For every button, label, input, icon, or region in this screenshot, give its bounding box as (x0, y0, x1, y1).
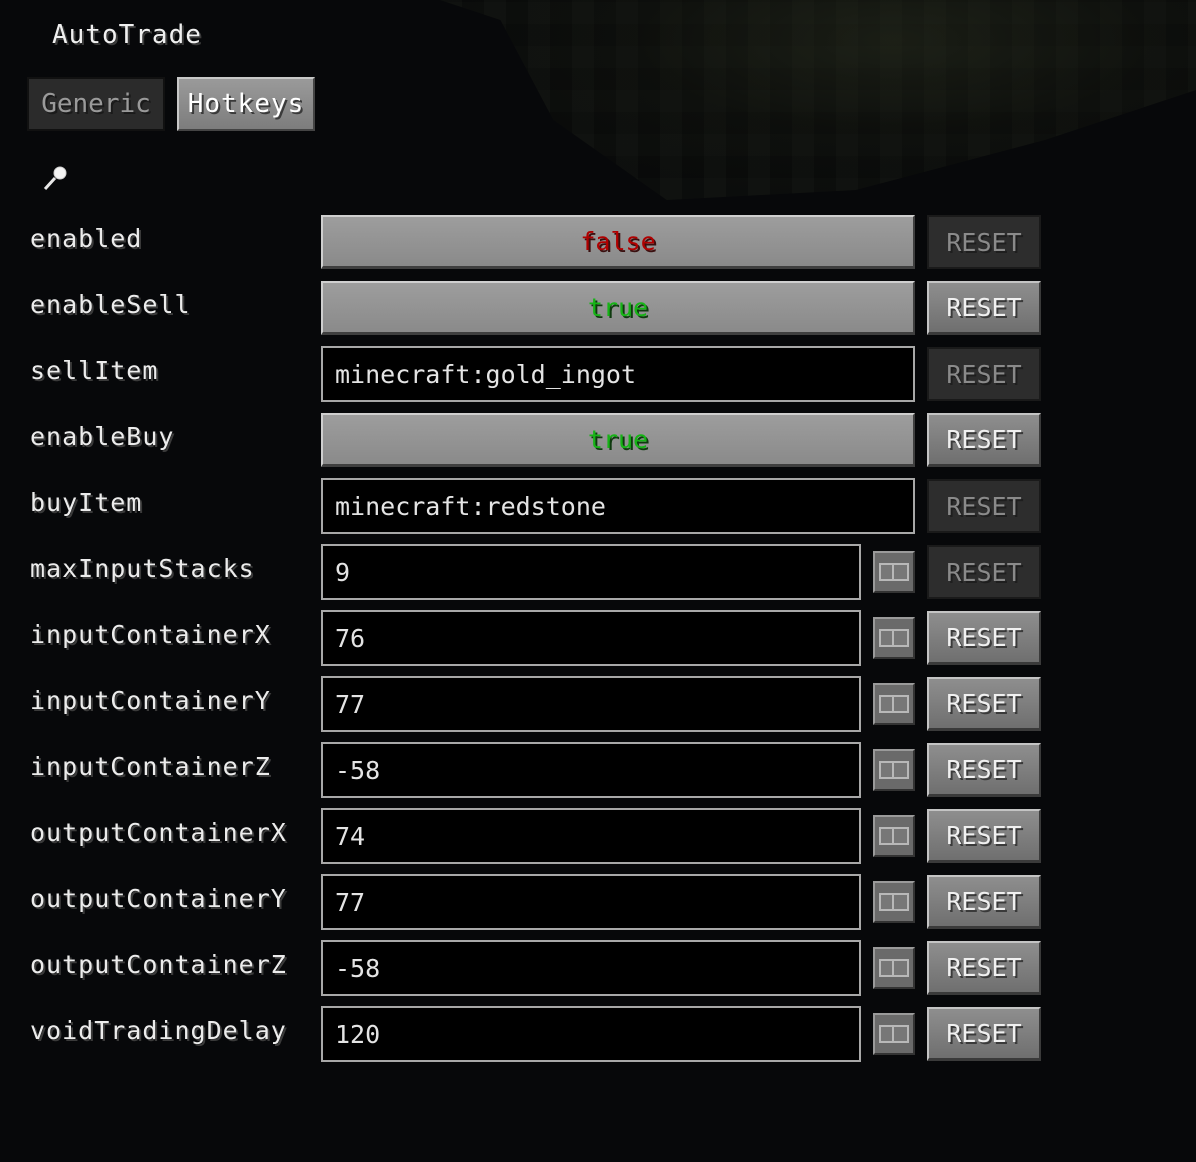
search-icon[interactable] (40, 162, 72, 194)
slider-toggle-icon[interactable] (873, 815, 915, 857)
setting-row-inputContainerX: inputContainerX 76 RESET (0, 610, 1100, 666)
reset-button-sellItem[interactable]: RESET (927, 347, 1041, 401)
setting-label-enabled: enabled (30, 224, 143, 253)
tab-generic[interactable]: Generic (27, 77, 165, 131)
toggle-enableBuy[interactable]: true (321, 413, 915, 467)
input-maxInputStacks[interactable]: 9 (321, 544, 861, 600)
setting-label-enableSell: enableSell (30, 290, 191, 319)
reset-button-buyItem[interactable]: RESET (927, 479, 1041, 533)
input-outputContainerX[interactable]: 74 (321, 808, 861, 864)
background-terrain (440, 0, 1196, 200)
setting-label-outputContainerX: outputContainerX (30, 818, 287, 847)
setting-row-maxInputStacks: maxInputStacks 9 RESET (0, 544, 1100, 600)
setting-row-outputContainerY: outputContainerY 77 RESET (0, 874, 1100, 930)
setting-row-outputContainerX: outputContainerX 74 RESET (0, 808, 1100, 864)
setting-row-sellItem: sellItem minecraft:gold_ingot RESET (0, 346, 1100, 402)
setting-row-enabled: enabled false RESET (0, 214, 1100, 270)
slider-icon-graphic (879, 761, 909, 779)
slider-toggle-icon[interactable] (873, 551, 915, 593)
slider-toggle-icon[interactable] (873, 947, 915, 989)
setting-row-buyItem: buyItem minecraft:redstone RESET (0, 478, 1100, 534)
setting-row-enableBuy: enableBuy true RESET (0, 412, 1100, 468)
setting-row-enableSell: enableSell true RESET (0, 280, 1100, 336)
reset-button-outputContainerZ[interactable]: RESET (927, 941, 1041, 995)
toggle-enableSell[interactable]: true (321, 281, 915, 335)
input-voidTradingDelay[interactable]: 120 (321, 1006, 861, 1062)
setting-row-inputContainerY: inputContainerY 77 RESET (0, 676, 1100, 732)
input-outputContainerY[interactable]: 77 (321, 874, 861, 930)
setting-label-enableBuy: enableBuy (30, 422, 175, 451)
reset-button-enableBuy[interactable]: RESET (927, 413, 1041, 467)
window-title: AutoTrade (52, 20, 202, 50)
setting-label-sellItem: sellItem (30, 356, 159, 385)
reset-button-inputContainerY[interactable]: RESET (927, 677, 1041, 731)
reset-button-inputContainerX[interactable]: RESET (927, 611, 1041, 665)
setting-label-maxInputStacks: maxInputStacks (30, 554, 255, 583)
setting-label-buyItem: buyItem (30, 488, 143, 517)
slider-toggle-icon[interactable] (873, 617, 915, 659)
slider-toggle-icon[interactable] (873, 881, 915, 923)
slider-toggle-icon[interactable] (873, 1013, 915, 1055)
setting-label-inputContainerX: inputContainerX (30, 620, 271, 649)
slider-toggle-icon[interactable] (873, 749, 915, 791)
setting-label-inputContainerZ: inputContainerZ (30, 752, 271, 781)
slider-icon-graphic (879, 629, 909, 647)
reset-button-enabled[interactable]: RESET (927, 215, 1041, 269)
setting-label-voidTradingDelay: voidTradingDelay (30, 1016, 287, 1045)
slider-icon-graphic (879, 695, 909, 713)
input-sellItem[interactable]: minecraft:gold_ingot (321, 346, 915, 402)
slider-icon-graphic (879, 1025, 909, 1043)
slider-icon-graphic (879, 563, 909, 581)
setting-row-voidTradingDelay: voidTradingDelay 120 RESET (0, 1006, 1100, 1062)
setting-label-outputContainerZ: outputContainerZ (30, 950, 287, 979)
slider-toggle-icon[interactable] (873, 683, 915, 725)
slider-icon-graphic (879, 827, 909, 845)
input-buyItem[interactable]: minecraft:redstone (321, 478, 915, 534)
setting-row-outputContainerZ: outputContainerZ -58 RESET (0, 940, 1100, 996)
reset-button-voidTradingDelay[interactable]: RESET (927, 1007, 1041, 1061)
input-inputContainerX[interactable]: 76 (321, 610, 861, 666)
slider-icon-graphic (879, 893, 909, 911)
input-inputContainerZ[interactable]: -58 (321, 742, 861, 798)
toggle-enabled[interactable]: false (321, 215, 915, 269)
reset-button-maxInputStacks[interactable]: RESET (927, 545, 1041, 599)
reset-button-inputContainerZ[interactable]: RESET (927, 743, 1041, 797)
input-outputContainerZ[interactable]: -58 (321, 940, 861, 996)
tab-bar: Generic Hotkeys (27, 77, 315, 131)
reset-button-outputContainerX[interactable]: RESET (927, 809, 1041, 863)
setting-row-inputContainerZ: inputContainerZ -58 RESET (0, 742, 1100, 798)
reset-button-outputContainerY[interactable]: RESET (927, 875, 1041, 929)
setting-label-inputContainerY: inputContainerY (30, 686, 271, 715)
setting-label-outputContainerY: outputContainerY (30, 884, 287, 913)
slider-icon-graphic (879, 959, 909, 977)
tab-hotkeys[interactable]: Hotkeys (177, 77, 315, 131)
input-inputContainerY[interactable]: 77 (321, 676, 861, 732)
reset-button-enableSell[interactable]: RESET (927, 281, 1041, 335)
